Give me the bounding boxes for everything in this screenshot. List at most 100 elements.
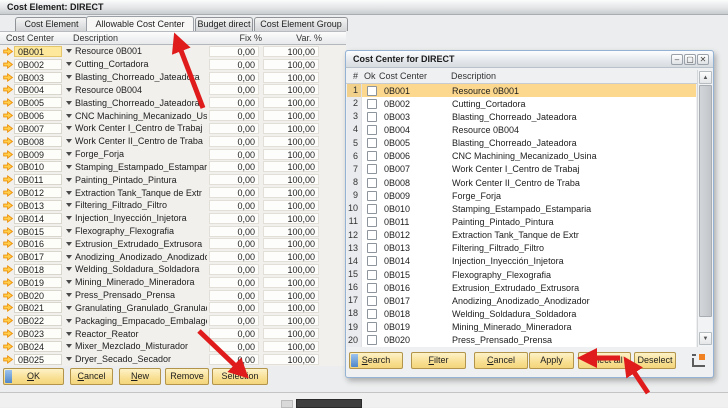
- description-cell[interactable]: Extraction Tank_Tanque de Extr: [75, 188, 207, 198]
- description-cell[interactable]: Granulating_Granulado_Granulado: [75, 303, 207, 313]
- popup-table-row[interactable]: 180B018Welding_Soldadura_Soldadora: [347, 307, 696, 320]
- var-pct-cell[interactable]: 100,00: [263, 97, 319, 108]
- var-pct-cell[interactable]: 100,00: [263, 277, 319, 288]
- dropdown-icon[interactable]: [66, 344, 72, 348]
- link-arrow-icon[interactable]: [3, 303, 14, 312]
- ok-checkbox[interactable]: [367, 138, 377, 148]
- popup-description-cell[interactable]: Work Center II_Centro de Traba: [452, 178, 696, 188]
- cost-center-cell[interactable]: 0B013: [14, 200, 62, 211]
- cost-center-cell[interactable]: 0B024: [14, 341, 62, 352]
- table-row[interactable]: 0B005Blasting_Chorreado_Jateadora0,00100…: [0, 96, 346, 109]
- cost-center-cell[interactable]: 0B022: [14, 315, 62, 326]
- ok-checkbox[interactable]: [367, 86, 377, 96]
- table-row[interactable]: 0B024 Mixer_Mezclado_Misturador0,00 100,00: [0, 340, 346, 353]
- fix-pct-cell[interactable]: 0,00: [209, 84, 259, 95]
- popup-cost-center-cell[interactable]: 0B019: [384, 322, 452, 332]
- link-arrow-icon[interactable]: [3, 291, 14, 300]
- cost-center-cell[interactable]: 0B014: [14, 213, 62, 224]
- selection-button[interactable]: Selection: [212, 368, 268, 385]
- ok-checkbox[interactable]: [367, 256, 377, 266]
- fix-pct-cell[interactable]: 0,00: [209, 72, 259, 83]
- dropdown-icon[interactable]: [66, 267, 72, 271]
- dropdown-icon[interactable]: [66, 62, 72, 66]
- fix-pct-cell[interactable]: 0,00: [209, 136, 259, 147]
- popup-cost-center-cell[interactable]: 0B005: [384, 138, 452, 148]
- dropdown-icon[interactable]: [66, 306, 72, 310]
- popup-description-cell[interactable]: Flexography_Flexografia: [452, 270, 696, 280]
- fix-pct-cell[interactable]: 0,00: [209, 174, 259, 185]
- dropdown-icon[interactable]: [66, 242, 72, 246]
- link-arrow-icon[interactable]: [3, 150, 14, 159]
- popup-description-cell[interactable]: Filtering_Filtrado_Filtro: [452, 243, 696, 253]
- var-pct-cell[interactable]: 100,00: [263, 341, 319, 352]
- cost-center-cell[interactable]: 0B010: [14, 161, 62, 172]
- description-cell[interactable]: Work Center I_Centro de Trabaj: [75, 123, 207, 133]
- ok-checkbox[interactable]: [367, 322, 377, 332]
- popup-description-cell[interactable]: Extrusion_Extrudado_Extrusora: [452, 283, 696, 293]
- popup-description-cell[interactable]: Resource 0B004: [452, 125, 696, 135]
- link-arrow-icon[interactable]: [3, 85, 14, 94]
- var-pct-cell[interactable]: 100,00: [263, 149, 319, 160]
- fix-pct-cell[interactable]: 0,00: [209, 328, 259, 339]
- link-arrow-icon[interactable]: [3, 278, 14, 287]
- var-pct-cell[interactable]: 100,00: [263, 251, 319, 262]
- popup-cost-center-cell[interactable]: 0B015: [384, 270, 452, 280]
- ok-checkbox[interactable]: [367, 125, 377, 135]
- var-pct-cell[interactable]: 100,00: [263, 123, 319, 134]
- cost-center-cell[interactable]: 0B017: [14, 251, 62, 262]
- table-row[interactable]: 0B021Granulating_Granulado_Granulado0,00…: [0, 302, 346, 315]
- dropdown-icon[interactable]: [66, 126, 72, 130]
- ok-checkbox[interactable]: [367, 230, 377, 240]
- ok-checkbox[interactable]: [367, 151, 377, 161]
- description-cell[interactable]: Mixer_Mezclado_Misturador: [75, 341, 207, 351]
- fix-pct-cell[interactable]: 0,00: [209, 46, 259, 57]
- link-arrow-icon[interactable]: [3, 214, 14, 223]
- fix-pct-cell[interactable]: 0,00: [209, 149, 259, 160]
- fix-pct-cell[interactable]: 0,00: [209, 97, 259, 108]
- dropdown-icon[interactable]: [66, 229, 72, 233]
- search-button[interactable]: Search: [349, 352, 403, 369]
- link-arrow-icon[interactable]: [3, 316, 14, 325]
- var-pct-cell[interactable]: 100,00: [263, 84, 319, 95]
- popup-cost-center-cell[interactable]: 0B018: [384, 309, 452, 319]
- cost-center-cell[interactable]: 0B006: [14, 110, 62, 121]
- cost-center-cell[interactable]: 0B015: [14, 226, 62, 237]
- cost-center-cell[interactable]: 0B008: [14, 136, 62, 147]
- popup-cost-center-cell[interactable]: 0B001: [384, 86, 452, 96]
- table-row[interactable]: 0B003Blasting_Chorreado_Jateadora0,00100…: [0, 71, 346, 84]
- cost-center-cell[interactable]: 0B007: [14, 123, 62, 134]
- popup-cost-center-cell[interactable]: 0B004: [384, 125, 452, 135]
- link-arrow-icon[interactable]: [3, 111, 14, 120]
- fix-pct-cell[interactable]: 0,00: [209, 213, 259, 224]
- popup-cost-center-cell[interactable]: 0B013: [384, 243, 452, 253]
- popup-description-cell[interactable]: Extraction Tank_Tanque de Extr: [452, 230, 696, 240]
- cost-center-cell[interactable]: 0B019: [14, 277, 62, 288]
- popup-table-row[interactable]: 90B009Forge_Forja: [347, 189, 696, 202]
- link-arrow-icon[interactable]: [3, 265, 14, 274]
- dropdown-icon[interactable]: [66, 191, 72, 195]
- popup-cost-center-cell[interactable]: 0B009: [384, 191, 452, 201]
- popup-cost-center-cell[interactable]: 0B016: [384, 283, 452, 293]
- fix-pct-cell[interactable]: 0,00: [209, 226, 259, 237]
- popup-description-cell[interactable]: Forge_Forja: [452, 191, 696, 201]
- table-row[interactable]: 0B008Work Center II_Centro de Traba0,001…: [0, 135, 346, 148]
- fix-pct-cell[interactable]: 0,00: [209, 302, 259, 313]
- table-row[interactable]: 0B004Resource 0B0040,00100,00: [0, 83, 346, 96]
- link-arrow-icon[interactable]: [3, 201, 14, 210]
- dropdown-icon[interactable]: [66, 139, 72, 143]
- fix-pct-cell[interactable]: 0,00: [209, 161, 259, 172]
- popup-scrollbar[interactable]: ▲ ▼: [697, 70, 712, 347]
- cost-center-cell[interactable]: 0B002: [14, 59, 62, 70]
- table-row[interactable]: 0B011Painting_Pintado_Pintura0,00100,00: [0, 173, 346, 186]
- popup-cost-center-cell[interactable]: 0B017: [384, 296, 452, 306]
- ok-checkbox[interactable]: [367, 309, 377, 319]
- ok-checkbox[interactable]: [367, 296, 377, 306]
- popup-description-cell[interactable]: Press_Prensado_Prensa: [452, 335, 696, 345]
- popup-table-row[interactable]: 80B008Work Center II_Centro de Traba: [347, 176, 696, 189]
- scroll-up-icon[interactable]: ▲: [699, 71, 712, 84]
- description-cell[interactable]: Work Center II_Centro de Traba: [75, 136, 207, 146]
- cost-center-cell[interactable]: 0B003: [14, 72, 62, 83]
- description-cell[interactable]: Welding_Soldadura_Soldadora: [75, 264, 207, 274]
- fix-pct-cell[interactable]: 0,00: [209, 341, 259, 352]
- description-cell[interactable]: Extrusion_Extrudado_Extrusora: [75, 239, 207, 249]
